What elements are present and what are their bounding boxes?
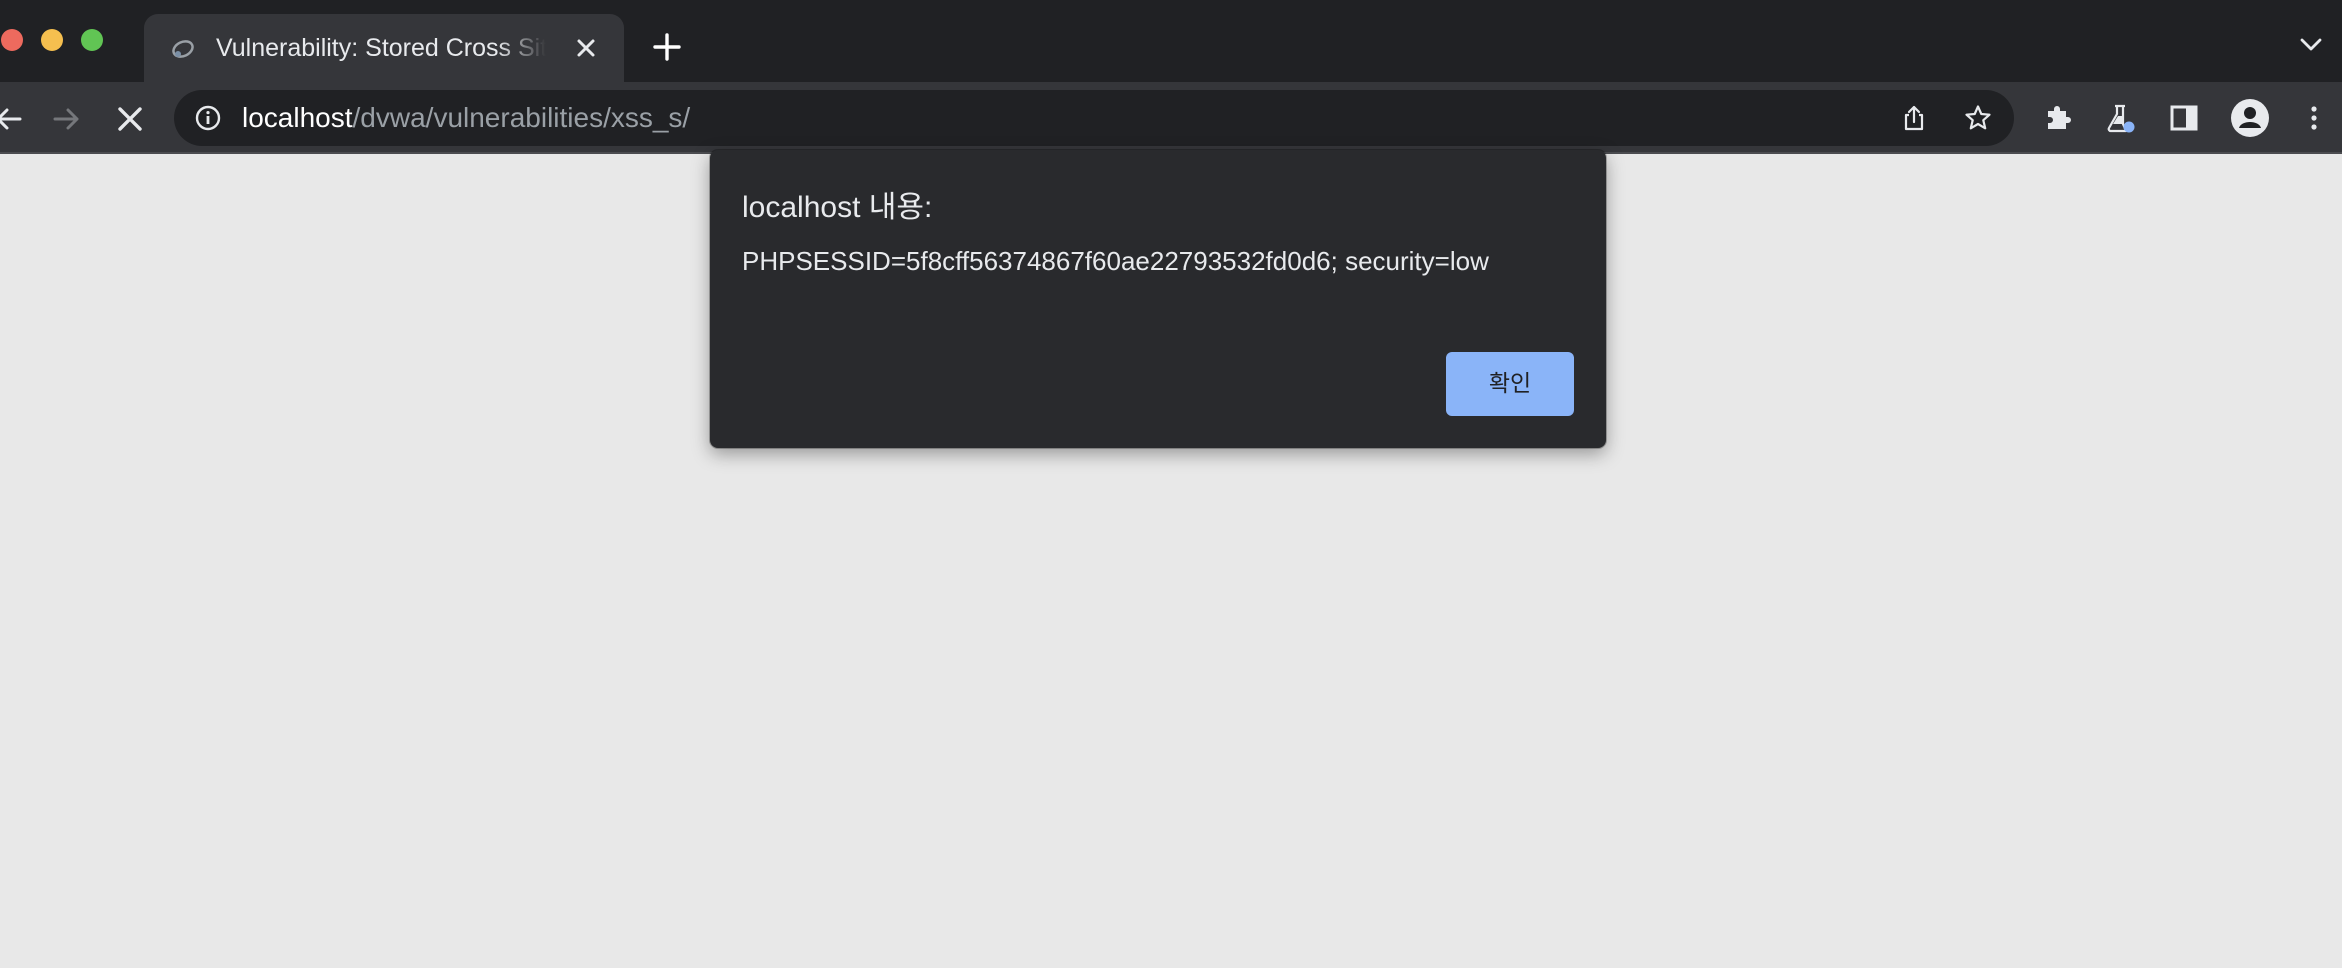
address-bar[interactable]: localhost/dvwa/vulnerabilities/xss_s/ xyxy=(174,90,2014,146)
chevron-down-icon[interactable] xyxy=(2300,38,2322,52)
new-tab-icon[interactable] xyxy=(652,32,682,62)
side-panel-icon[interactable] xyxy=(2168,102,2200,134)
window-maximize-button[interactable] xyxy=(81,29,103,51)
share-icon[interactable] xyxy=(1900,104,1928,132)
close-icon[interactable] xyxy=(115,104,145,134)
tab-title: Vulnerability: Stored Cross Site xyxy=(216,34,546,62)
ok-button[interactable]: 확인 xyxy=(1446,352,1574,416)
alert-dialog: localhost 내용: PHPSESSID=5f8cff56374867f6… xyxy=(710,150,1606,448)
puzzle-icon[interactable] xyxy=(2042,102,2074,134)
dvwa-icon xyxy=(172,40,194,58)
info-icon[interactable] xyxy=(194,104,222,132)
tab-active[interactable]: Vulnerability: Stored Cross Site xyxy=(144,14,624,82)
window-minimize-button[interactable] xyxy=(41,29,63,51)
star-icon[interactable] xyxy=(1964,104,1992,132)
dialog-message: PHPSESSID=5f8cff56374867f60ae22793532fd0… xyxy=(742,246,1489,276)
tab-strip: Vulnerability: Stored Cross Site xyxy=(0,0,2342,82)
window-close-button[interactable] xyxy=(1,29,23,51)
arrow-right-icon[interactable] xyxy=(51,104,81,134)
url-text[interactable]: localhost/dvwa/vulnerabilities/xss_s/ xyxy=(242,90,690,146)
arrow-left-icon[interactable] xyxy=(0,104,24,134)
url-host: localhost xyxy=(242,102,353,133)
dialog-title: localhost 내용: xyxy=(742,191,933,224)
more-vert-icon[interactable] xyxy=(2298,102,2330,134)
browser-toolbar: localhost/dvwa/vulnerabilities/xss_s/ xyxy=(0,82,2342,154)
flask-icon[interactable] xyxy=(2104,102,2136,134)
profile-icon[interactable] xyxy=(2230,98,2270,138)
url-path: /dvwa/vulnerabilities/xss_s/ xyxy=(352,102,691,133)
close-tab-icon[interactable] xyxy=(574,36,598,60)
